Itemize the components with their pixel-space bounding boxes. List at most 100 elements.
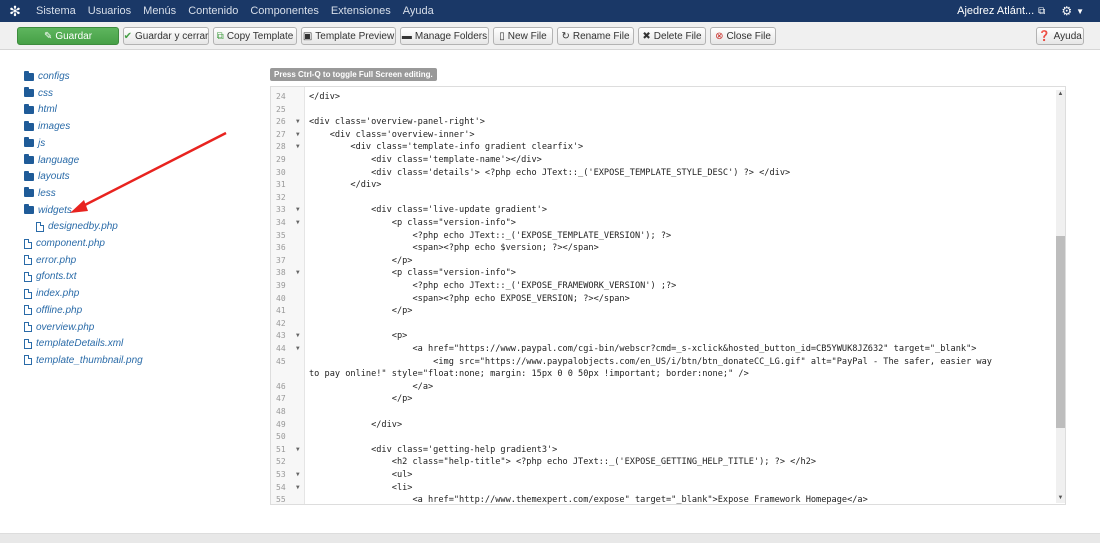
copy-template-button[interactable]: ⧉ Copy Template [213,27,297,45]
fold-arrow-icon[interactable]: ▼ [296,444,300,457]
fold-arrow-icon[interactable]: ▼ [296,267,300,280]
nav-menu-item[interactable]: Usuarios [82,0,137,22]
copy-icon: ⧉ [216,30,224,42]
manage-folders-button[interactable]: ▬ Manage Folders [400,27,489,45]
line-number: 55 [276,495,286,505]
tree-file[interactable]: template_thumbnail.png [24,355,143,366]
code-line: 35 <?php echo JText::_('EXPOSE_TEMPLATE_… [271,230,1051,243]
line-number: 45 [276,356,286,366]
nav-menu-item[interactable]: Menús [137,0,182,22]
fold-arrow-icon[interactable]: ▼ [296,330,300,343]
tree-file-label: error.php [36,254,77,266]
tree-folder-label: less [38,187,56,199]
tree-file-designedby[interactable]: designedby.php [36,221,118,232]
code-line: 28 ▼ <div class='template-info gradient c… [271,141,1051,154]
nav-menu-item[interactable]: Sistema [30,0,82,22]
code-editor[interactable]: 24 </div> 25 26 ▼ <div class='overview-panel-… [270,86,1066,505]
code-line: 37 </p> [271,255,1051,268]
fold-arrow-icon[interactable]: ▼ [296,129,300,142]
save-button[interactable]: ✎ Guardar [17,27,119,45]
tree-file[interactable]: index.php [24,288,79,299]
tree-folder-language[interactable]: language [24,154,79,166]
tree-folder-layouts[interactable]: layouts [24,170,70,183]
tree-file[interactable]: overview.php [24,322,94,333]
rename-file-button[interactable]: ↻ Rename File [557,27,634,45]
tree-folder-label: layouts [38,171,70,183]
tree-file-label: overview.php [36,321,95,333]
file-icon [24,305,32,316]
chevron-down-icon[interactable]: ▼ [1074,7,1100,16]
help-button[interactable]: ❓ Ayuda [1036,27,1084,45]
code-text: <div class='overview-inner'> [309,129,475,140]
editor-scrollbar[interactable]: ▲ ▼ [1056,90,1065,503]
close-file-button[interactable]: ⊗ Close File [710,27,776,45]
code-line: 54 ▼ <li> [271,482,1051,495]
fold-arrow-icon[interactable]: ▼ [296,204,300,217]
fold-arrow-icon[interactable]: ▼ [296,482,300,495]
tree-file-label: templateDetails.xml [36,338,124,350]
fold-arrow-icon[interactable]: ▼ [296,469,300,482]
nav-menu-item[interactable]: Extensiones [325,0,397,22]
top-navbar: ✻ Sistema Usuarios Menús Contenido Component… [0,0,1100,22]
line-number: 35 [276,230,286,240]
refresh-icon: ↻ [561,30,570,42]
image-icon: ▣ [302,30,313,42]
code-line: 51 ▼ <div class='getting-help gradient3'> [271,444,1051,457]
folder-icon [24,204,34,215]
template-preview-label: Template Preview [315,30,395,42]
site-name-link[interactable]: Ajedrez Atlánt... [953,5,1038,17]
tree-file[interactable]: offline.php [24,305,82,316]
code-line: 44 ▼ <a href="https://www.paypal.com/cgi-… [271,343,1051,356]
nav-menu-item[interactable]: Ayuda [397,0,440,22]
tree-file[interactable]: gfonts.txt [24,271,77,282]
folder-icon [24,170,34,181]
fold-arrow-icon[interactable]: ▼ [296,141,300,154]
tree-file-label: gfonts.txt [36,271,77,283]
fold-arrow-icon[interactable]: ▼ [296,116,300,129]
folder-icon [24,187,34,198]
scroll-down-icon[interactable]: ▼ [1056,494,1065,503]
tree-folder-images[interactable]: images [24,120,71,133]
code-text: to pay online!" style="float:none; margi… [309,369,749,380]
save-close-button[interactable]: ✔ Guardar y cerrar [123,27,209,45]
fold-arrow-icon[interactable]: ▼ [296,343,300,356]
tree-folder-widgets[interactable]: widgets [24,204,72,216]
joomla-logo-icon[interactable]: ✻ [0,0,30,22]
delete-file-button[interactable]: ✖ Delete File [638,27,706,45]
line-number: 39 [276,281,286,290]
close-file-label: Close File [726,30,771,42]
code-text: <p class="version-info"> [309,268,516,279]
tree-folder-label: images [38,121,71,133]
nav-menu-item[interactable]: Componentes [244,0,325,22]
scroll-up-icon[interactable]: ▲ [1056,90,1065,99]
scroll-thumb[interactable] [1056,236,1065,428]
code-line: 24 </div> [271,91,1051,104]
tree-folder-configs[interactable]: configs [24,70,70,82]
code-line: 52 <h2 class="help-title"> <?php echo JT… [271,456,1051,469]
external-link-icon[interactable]: ⧉ [1038,6,1059,17]
delete-file-label: Delete File [653,30,702,42]
code-text: <div class='overview-panel-right'> [309,117,485,128]
tree-file[interactable]: templateDetails.xml [24,338,123,349]
gear-icon[interactable]: ⚙ [1059,4,1074,18]
code-line: 41 </p> [271,305,1051,318]
folder-icon [24,137,34,148]
line-number: 30 [276,167,286,177]
new-file-button[interactable]: ▯ New File [493,27,553,45]
folder-icon: ▬ [401,30,412,42]
nav-menu-item[interactable]: Contenido [182,0,244,22]
line-number: 37 [276,255,286,265]
cancel-circle-icon: ⊗ [715,30,724,42]
folder-icon [24,87,34,98]
tree-folder-less[interactable]: less [24,187,56,199]
tree-folder-html[interactable]: html [24,103,57,115]
line-number: 46 [276,381,286,391]
fold-arrow-icon[interactable]: ▼ [296,217,300,230]
line-number: 48 [276,407,286,416]
tree-file[interactable]: component.php [24,238,105,249]
code-line: 49 </div> [271,419,1051,432]
tree-folder-js[interactable]: js [24,137,45,149]
tree-folder-css[interactable]: css [24,87,53,99]
template-preview-button[interactable]: ▣ Template Preview [301,27,396,45]
tree-file[interactable]: error.php [24,255,76,266]
